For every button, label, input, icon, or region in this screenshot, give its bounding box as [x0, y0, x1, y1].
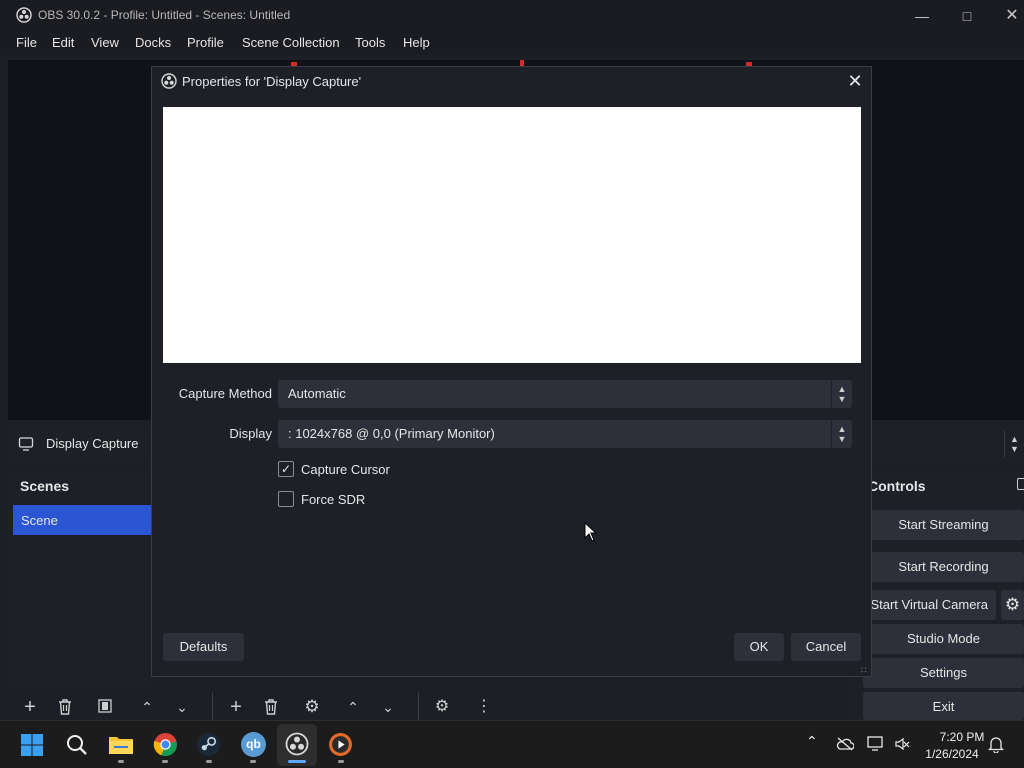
capture-method-label: Capture Method — [178, 386, 272, 401]
scene-filter-icon[interactable] — [97, 698, 113, 714]
trash-icon[interactable] — [57, 698, 73, 715]
menu-help[interactable]: Help — [403, 35, 430, 50]
cancel-button[interactable]: Cancel — [791, 633, 861, 661]
clock-time[interactable]: 7:20 PM — [930, 730, 994, 744]
app-running-indicator — [206, 760, 212, 763]
obs-logo-icon — [16, 7, 32, 23]
controls-header: Controls — [868, 478, 926, 494]
start-virtual-camera-button[interactable]: Start Virtual Camera — [863, 590, 996, 620]
toolbar-divider — [418, 692, 419, 720]
close-icon[interactable]: ✕ — [842, 69, 868, 93]
source-preview — [163, 107, 861, 363]
gear-icon[interactable]: ⚙ — [301, 696, 323, 718]
more-options-icon[interactable]: ⋮ — [473, 696, 495, 718]
defaults-button[interactable]: Defaults — [163, 633, 244, 661]
exit-button[interactable]: Exit — [863, 692, 1024, 720]
move-up-icon[interactable]: ⌃ — [136, 696, 158, 718]
menu-tools[interactable]: Tools — [355, 35, 385, 50]
media-player-icon[interactable] — [328, 732, 353, 757]
audio-settings-icon[interactable]: ⚙ — [431, 696, 453, 718]
display-value: : 1024x768 @ 0,0 (Primary Monitor) — [288, 426, 495, 441]
add-source-icon[interactable]: + — [225, 696, 247, 718]
force-sdr-label: Force SDR — [301, 492, 366, 507]
minimize-button[interactable]: — — [900, 4, 944, 28]
properties-dialog: Properties for 'Display Capture' ✕ Captu… — [151, 66, 872, 677]
qbittorrent-icon[interactable]: qb — [241, 732, 266, 757]
toolbar-divider — [212, 692, 213, 720]
dock-toolbar: + ⌃ ⌄ + ⚙ ⌃ ⌄ ⚙ ⋮ — [0, 690, 853, 722]
close-window-button[interactable]: ✕ — [990, 4, 1024, 28]
mouse-cursor-icon — [584, 522, 598, 542]
menu-scene-collection[interactable]: Scene Collection — [242, 35, 340, 50]
menu-view[interactable]: View — [91, 35, 119, 50]
controls-dock: Controls Start Streaming Start Recording… — [853, 470, 1024, 720]
move-down-icon[interactable]: ⌄ — [171, 696, 193, 718]
scenes-dock: Scenes Scene — [8, 470, 153, 720]
undock-icon[interactable] — [1017, 478, 1024, 490]
display-select[interactable]: : 1024x768 @ 0,0 (Primary Monitor) ▲ ▼ — [278, 420, 852, 448]
source-select-arrow[interactable]: ▲ ▼ — [1004, 430, 1024, 458]
menu-docks[interactable]: Docks — [135, 35, 171, 50]
app-running-indicator — [118, 760, 124, 763]
move-down-icon[interactable]: ⌄ — [377, 696, 399, 718]
capture-cursor-label: Capture Cursor — [301, 462, 390, 477]
start-recording-button[interactable]: Start Recording — [863, 552, 1024, 582]
app-active-indicator — [288, 760, 306, 763]
gear-icon[interactable]: ⚙ — [1001, 590, 1024, 620]
trash-icon[interactable] — [263, 698, 279, 715]
capture-method-select[interactable]: Automatic ▲ ▼ — [278, 380, 852, 408]
start-streaming-button[interactable]: Start Streaming — [863, 510, 1024, 540]
resize-grip-icon[interactable]: ∷ — [861, 665, 871, 675]
volume-muted-icon[interactable] — [894, 736, 910, 752]
scene-item-label: Scene — [21, 513, 58, 528]
network-icon[interactable] — [867, 736, 885, 752]
file-explorer-icon[interactable] — [108, 732, 134, 756]
settings-button[interactable]: Settings — [863, 658, 1024, 688]
chevron-updown-icon: ▲ ▼ — [831, 420, 852, 448]
add-scene-icon[interactable]: + — [19, 696, 41, 718]
title-bar: OBS 30.0.2 - Profile: Untitled - Scenes:… — [0, 0, 1024, 31]
display-label: Display — [229, 426, 272, 441]
chevron-updown-icon: ▲ ▼ — [831, 380, 852, 408]
capture-method-value: Automatic — [288, 386, 346, 401]
menu-profile[interactable]: Profile — [187, 35, 224, 50]
menu-file[interactable]: File — [16, 35, 37, 50]
notification-bell-icon[interactable] — [988, 736, 1004, 753]
onedrive-icon[interactable] — [836, 737, 854, 751]
scenes-header: Scenes — [20, 478, 70, 494]
studio-mode-button[interactable]: Studio Mode — [863, 624, 1024, 654]
force-sdr-checkbox[interactable] — [278, 491, 294, 507]
capture-cursor-checkbox[interactable]: ✓ — [278, 461, 294, 477]
obs-logo-icon — [161, 73, 177, 89]
chevron-up-icon[interactable]: ⌃ — [806, 733, 818, 750]
search-icon[interactable] — [65, 733, 89, 757]
dialog-title: Properties for 'Display Capture' — [182, 74, 362, 89]
steam-icon[interactable] — [196, 732, 221, 757]
obs-icon[interactable] — [285, 732, 309, 756]
menu-edit[interactable]: Edit — [52, 35, 74, 50]
chrome-icon[interactable] — [153, 732, 178, 757]
ok-button[interactable]: OK — [734, 633, 784, 661]
maximize-button[interactable]: □ — [945, 4, 989, 28]
menu-bar: File Edit View Docks Profile Scene Colle… — [0, 31, 1024, 55]
selected-source-name: Display Capture — [46, 436, 139, 451]
window-title: OBS 30.0.2 - Profile: Untitled - Scenes:… — [38, 8, 291, 22]
scene-list-item[interactable]: Scene — [13, 505, 153, 535]
monitor-icon — [18, 437, 34, 451]
app-running-indicator — [338, 760, 344, 763]
app-running-indicator — [250, 760, 256, 763]
taskbar: qb ⌃ 7:20 PM 1/26/2024 — [0, 720, 1024, 768]
windows-start-icon[interactable] — [20, 733, 44, 757]
app-running-indicator — [162, 760, 168, 763]
move-up-icon[interactable]: ⌃ — [342, 696, 364, 718]
clock-date[interactable]: 1/26/2024 — [920, 747, 984, 761]
